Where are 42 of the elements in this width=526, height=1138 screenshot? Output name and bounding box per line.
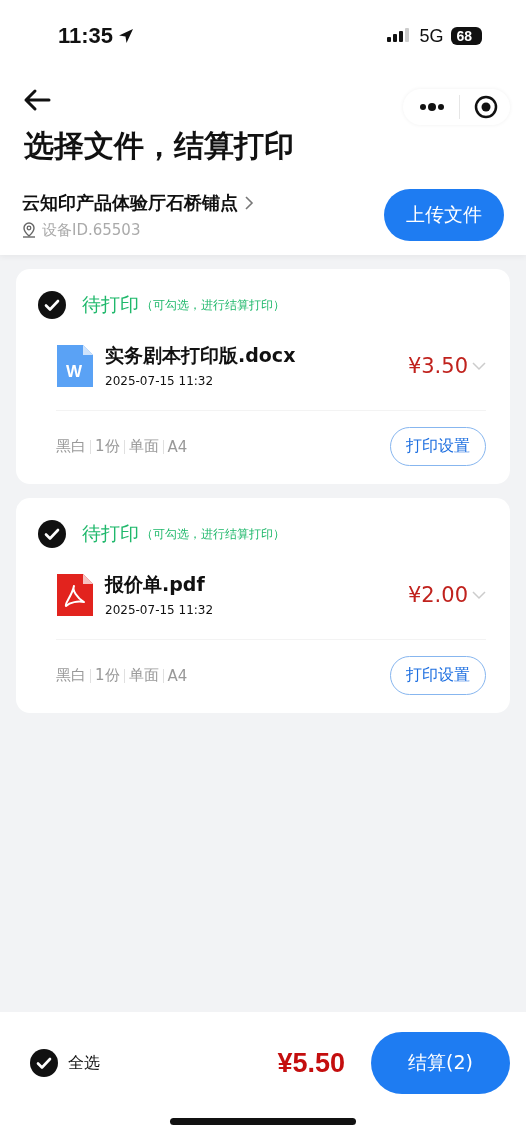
pdf-file-icon bbox=[57, 573, 93, 616]
select-all-label[interactable]: 全选 bbox=[68, 1052, 100, 1074]
print-option: 1份 bbox=[95, 437, 120, 456]
print-option: 黑白 bbox=[56, 437, 86, 456]
page-title: 选择文件，结算打印 bbox=[23, 127, 295, 165]
word-file-icon: W bbox=[57, 344, 93, 387]
hint-text: （可勾选，进行结算打印） bbox=[141, 296, 285, 314]
print-option: 1份 bbox=[95, 666, 120, 685]
back-icon[interactable] bbox=[22, 88, 52, 112]
print-option: A4 bbox=[167, 666, 188, 685]
print-option: 单面 bbox=[128, 437, 159, 456]
file-name: 报价单.pdf bbox=[105, 572, 206, 597]
print-option: 单面 bbox=[128, 666, 159, 685]
file-name: 实务剧本打印版.docx bbox=[105, 343, 297, 368]
location-pin-icon bbox=[22, 222, 36, 238]
print-option: 黑白 bbox=[56, 666, 86, 685]
store-name[interactable]: 云知印产品体验厅石桥铺点 bbox=[22, 190, 238, 215]
print-option: A4 bbox=[167, 437, 188, 456]
close-icon[interactable] bbox=[474, 95, 498, 119]
upload-button[interactable]: 上传文件 bbox=[384, 189, 504, 241]
device-id: 设备ID.65503 bbox=[42, 220, 141, 240]
checkbox[interactable] bbox=[38, 520, 66, 548]
total-price: ¥5.50 bbox=[277, 1047, 345, 1079]
print-settings-button[interactable]: 打印设置 bbox=[390, 656, 486, 695]
status-label: 待打印 bbox=[82, 521, 139, 546]
checkbox[interactable] bbox=[30, 1049, 58, 1077]
hint-text: （可勾选，进行结算打印） bbox=[141, 525, 285, 543]
file-price: ¥2.00 bbox=[407, 582, 468, 607]
file-time: 2025-07-15 11:32 bbox=[105, 603, 215, 617]
file-time: 2025-07-15 11:32 bbox=[105, 374, 215, 388]
location-arrow-icon bbox=[117, 27, 136, 45]
more-icon[interactable] bbox=[419, 102, 445, 112]
checkout-button[interactable]: 结算(2) bbox=[371, 1032, 510, 1094]
chevron-right-icon[interactable] bbox=[244, 194, 254, 211]
checkbox[interactable] bbox=[38, 291, 66, 319]
battery-level: 68 bbox=[451, 27, 482, 45]
status-time: 11:35 bbox=[58, 23, 114, 49]
signal-icon bbox=[387, 28, 412, 44]
print-settings-button[interactable]: 打印设置 bbox=[390, 427, 486, 466]
network-label: 5G bbox=[419, 25, 444, 47]
file-price: ¥3.50 bbox=[407, 353, 468, 378]
status-label: 待打印 bbox=[82, 292, 139, 317]
